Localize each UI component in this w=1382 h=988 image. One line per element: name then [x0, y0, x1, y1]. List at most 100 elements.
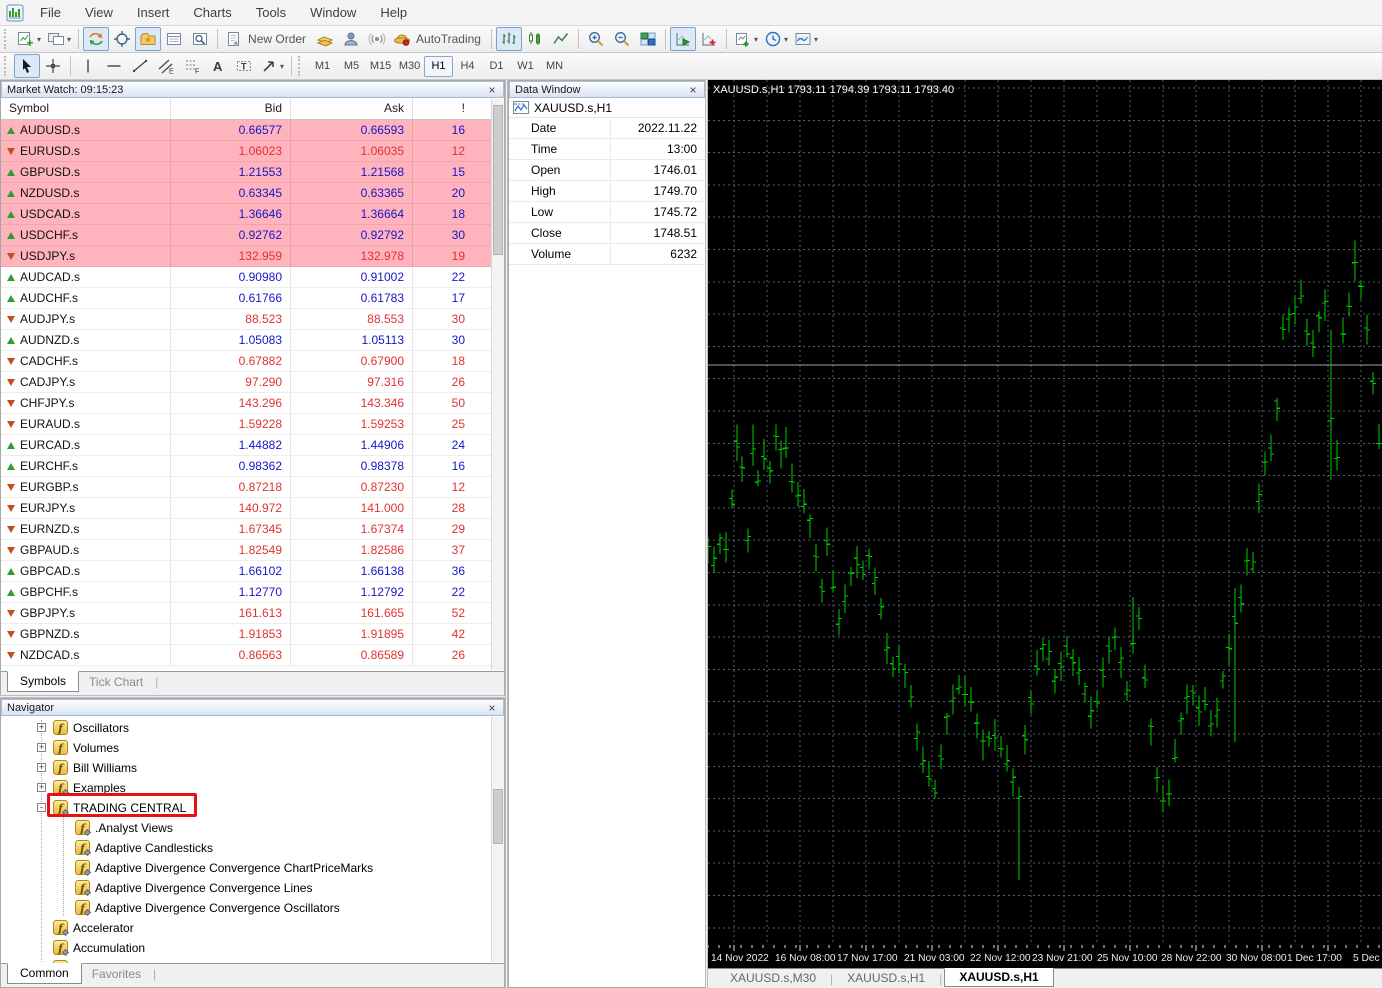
template-chart-button[interactable]: ▾ [791, 27, 821, 51]
vertical-line-button[interactable] [75, 54, 101, 78]
market-watch-row-audcad.s[interactable]: AUDCAD.s0.909800.9100222 [1, 267, 504, 288]
menu-view[interactable]: View [73, 0, 125, 26]
toolbar-grip[interactable] [4, 29, 10, 49]
chart-tab-0[interactable]: XAUUSD.s,M30 [718, 969, 828, 987]
menu-file[interactable]: File [28, 0, 73, 26]
new-chart-button[interactable]: +▾ [14, 27, 44, 51]
market-watch-button[interactable]: ★ [135, 27, 161, 51]
market-watch-row-gbpjpy.s[interactable]: GBPJPY.s161.613161.66552 [1, 603, 504, 624]
cursor-button[interactable] [14, 54, 40, 78]
timeframe-w1-button[interactable]: W1 [511, 56, 540, 77]
period-clock-button[interactable]: ▾ [761, 27, 791, 51]
market-watch-row-nzdcad.s[interactable]: NZDCAD.s0.865630.8658926 [1, 645, 504, 666]
add-indicator-button[interactable]: ▾ [731, 27, 761, 51]
periods-separators-button[interactable] [696, 27, 722, 51]
market-watch-row-euraud.s[interactable]: EURAUD.s1.592281.5925325 [1, 414, 504, 435]
tree-item--analyst-views[interactable]: f.Analyst Views [1, 818, 489, 838]
market-watch-row-usdchf.s[interactable]: USDCHF.s0.927620.9279230 [1, 225, 504, 246]
close-icon[interactable]: × [486, 702, 498, 714]
chart-tab-2-active[interactable]: XAUUSD.s,H1 [944, 968, 1053, 987]
timeframe-d1-button[interactable]: D1 [482, 56, 511, 77]
tree-item-volumes[interactable]: +fVolumes [1, 738, 489, 758]
tile-windows-button[interactable] [635, 27, 661, 51]
price-chart-svg[interactable]: 14 Nov 202216 Nov 08:0017 Nov 17:0021 No… [708, 80, 1382, 968]
tree-item-oscillators[interactable]: +fOscillators [1, 718, 489, 738]
expand-icon[interactable]: + [37, 743, 46, 752]
collapse-icon[interactable]: - [37, 803, 46, 812]
toolbar-grip[interactable] [298, 56, 304, 76]
chart-shift-button[interactable] [83, 27, 109, 51]
equidistant-channel-button[interactable]: E [153, 54, 179, 78]
menu-insert[interactable]: Insert [125, 0, 182, 26]
bar-chart-button[interactable] [496, 27, 522, 51]
scrollbar-thumb[interactable] [493, 105, 503, 255]
zoom-out-button[interactable] [609, 27, 635, 51]
chart-canvas-xauusd-h1[interactable]: 14 Nov 202216 Nov 08:0017 Nov 17:0021 No… [708, 80, 1382, 968]
market-watch-row-eurnzd.s[interactable]: EURNZD.s1.673451.6737429 [1, 519, 504, 540]
timeframe-m5-button[interactable]: M5 [337, 56, 366, 77]
market-watch-row-gbpaud.s[interactable]: GBPAUD.s1.825491.8258637 [1, 540, 504, 561]
market-watch-row-gbpcad.s[interactable]: GBPCAD.s1.661021.6613836 [1, 561, 504, 582]
expand-icon[interactable]: + [37, 723, 46, 732]
navigator-search-button[interactable] [187, 27, 213, 51]
panel-splitter-horizontal[interactable] [0, 695, 505, 698]
timeframe-m30-button[interactable]: M30 [395, 56, 424, 77]
chevron-down-icon[interactable]: ▾ [784, 35, 788, 44]
menu-charts[interactable]: Charts [181, 0, 243, 26]
market-watch-row-eurusd.s[interactable]: EURUSD.s1.060231.0603512 [1, 141, 504, 162]
menu-window[interactable]: Window [298, 0, 368, 26]
market-watch-row-audchf.s[interactable]: AUDCHF.s0.617660.6178317 [1, 288, 504, 309]
market-watch-row-audjpy.s[interactable]: AUDJPY.s88.52388.55330 [1, 309, 504, 330]
crosshair-target-button[interactable] [109, 27, 135, 51]
chart-tab-1[interactable]: XAUUSD.s,H1 [835, 969, 937, 987]
arrow-shapes-button[interactable]: ▾ [257, 54, 287, 78]
expand-icon[interactable]: + [37, 763, 46, 772]
toolbar-grip[interactable] [4, 56, 10, 76]
tree-item-adaptive-divergence-convergence-lines[interactable]: fAdaptive Divergence Convergence Lines [1, 878, 489, 898]
market-watch-row-eurjpy.s[interactable]: EURJPY.s140.972141.00028 [1, 498, 504, 519]
trend-line-button[interactable] [127, 54, 153, 78]
market-watch-row-audusd.s[interactable]: AUDUSD.s0.665770.6659316 [1, 120, 504, 141]
fibonacci-button[interactable]: F [179, 54, 205, 78]
tree-item-adaptive-divergence-convergence-chartpricemarks[interactable]: fAdaptive Divergence Convergence ChartPr… [1, 858, 489, 878]
menu-help[interactable]: Help [368, 0, 419, 26]
timeframe-m15-button[interactable]: M15 [366, 56, 395, 77]
market-watch-row-audnzd.s[interactable]: AUDNZD.s1.050831.0511330 [1, 330, 504, 351]
tree-item-adaptive-divergence-convergence-oscillators[interactable]: fAdaptive Divergence Convergence Oscilla… [1, 898, 489, 918]
column-header-ask[interactable]: Ask [291, 98, 413, 119]
expand-icon[interactable]: + [37, 783, 46, 792]
market-watch-tab-symbols[interactable]: Symbols [7, 671, 79, 692]
timeframe-h4-button[interactable]: H4 [453, 56, 482, 77]
chevron-down-icon[interactable]: ▾ [37, 35, 41, 44]
chevron-down-icon[interactable]: ▾ [814, 35, 818, 44]
timeframe-h1-button[interactable]: H1 [424, 56, 453, 77]
data-window-button[interactable] [161, 27, 187, 51]
column-header-alert[interactable]: ! [413, 98, 473, 119]
indicators-button[interactable] [670, 27, 696, 51]
timeframe-m1-button[interactable]: M1 [308, 56, 337, 77]
zoom-in-button[interactable] [583, 27, 609, 51]
chevron-down-icon[interactable]: ▾ [67, 35, 71, 44]
timeframe-mn-button[interactable]: MN [540, 56, 569, 77]
tree-item-accelerator[interactable]: fAccelerator [1, 918, 489, 938]
tree-item-accumulation[interactable]: fAccumulation [1, 938, 489, 958]
chevron-down-icon[interactable]: ▾ [754, 35, 758, 44]
market-watch-row-usdcad.s[interactable]: USDCAD.s1.366461.3666418 [1, 204, 504, 225]
text-button[interactable]: A [205, 54, 231, 78]
market-watch-row-cadjpy.s[interactable]: CADJPY.s97.29097.31626 [1, 372, 504, 393]
market-watch-tab-tick-chart[interactable]: Tick Chart [79, 672, 153, 692]
column-header-bid[interactable]: Bid [171, 98, 291, 119]
crosshair-button[interactable] [40, 54, 66, 78]
text-label-button[interactable]: T [231, 54, 257, 78]
autotrading-button[interactable]: AutoTrading [390, 27, 487, 51]
market-watch-row-usdjpy.s[interactable]: USDJPY.s132.959132.97819 [1, 246, 504, 267]
close-icon[interactable]: × [486, 84, 498, 96]
scrollbar-thumb[interactable] [493, 789, 503, 844]
market-watch-row-gbpchf.s[interactable]: GBPCHF.s1.127701.1279222 [1, 582, 504, 603]
market-watch-row-nzdusd.s[interactable]: NZDUSD.s0.633450.6336520 [1, 183, 504, 204]
market-watch-scrollbar[interactable] [491, 99, 504, 670]
market-watch-row-chfjpy.s[interactable]: CHFJPY.s143.296143.34650 [1, 393, 504, 414]
market-watch-row-eurgbp.s[interactable]: EURGBP.s0.872180.8723012 [1, 477, 504, 498]
navigator-scrollbar[interactable] [491, 717, 504, 962]
column-header-symbol[interactable]: Symbol [1, 98, 171, 119]
